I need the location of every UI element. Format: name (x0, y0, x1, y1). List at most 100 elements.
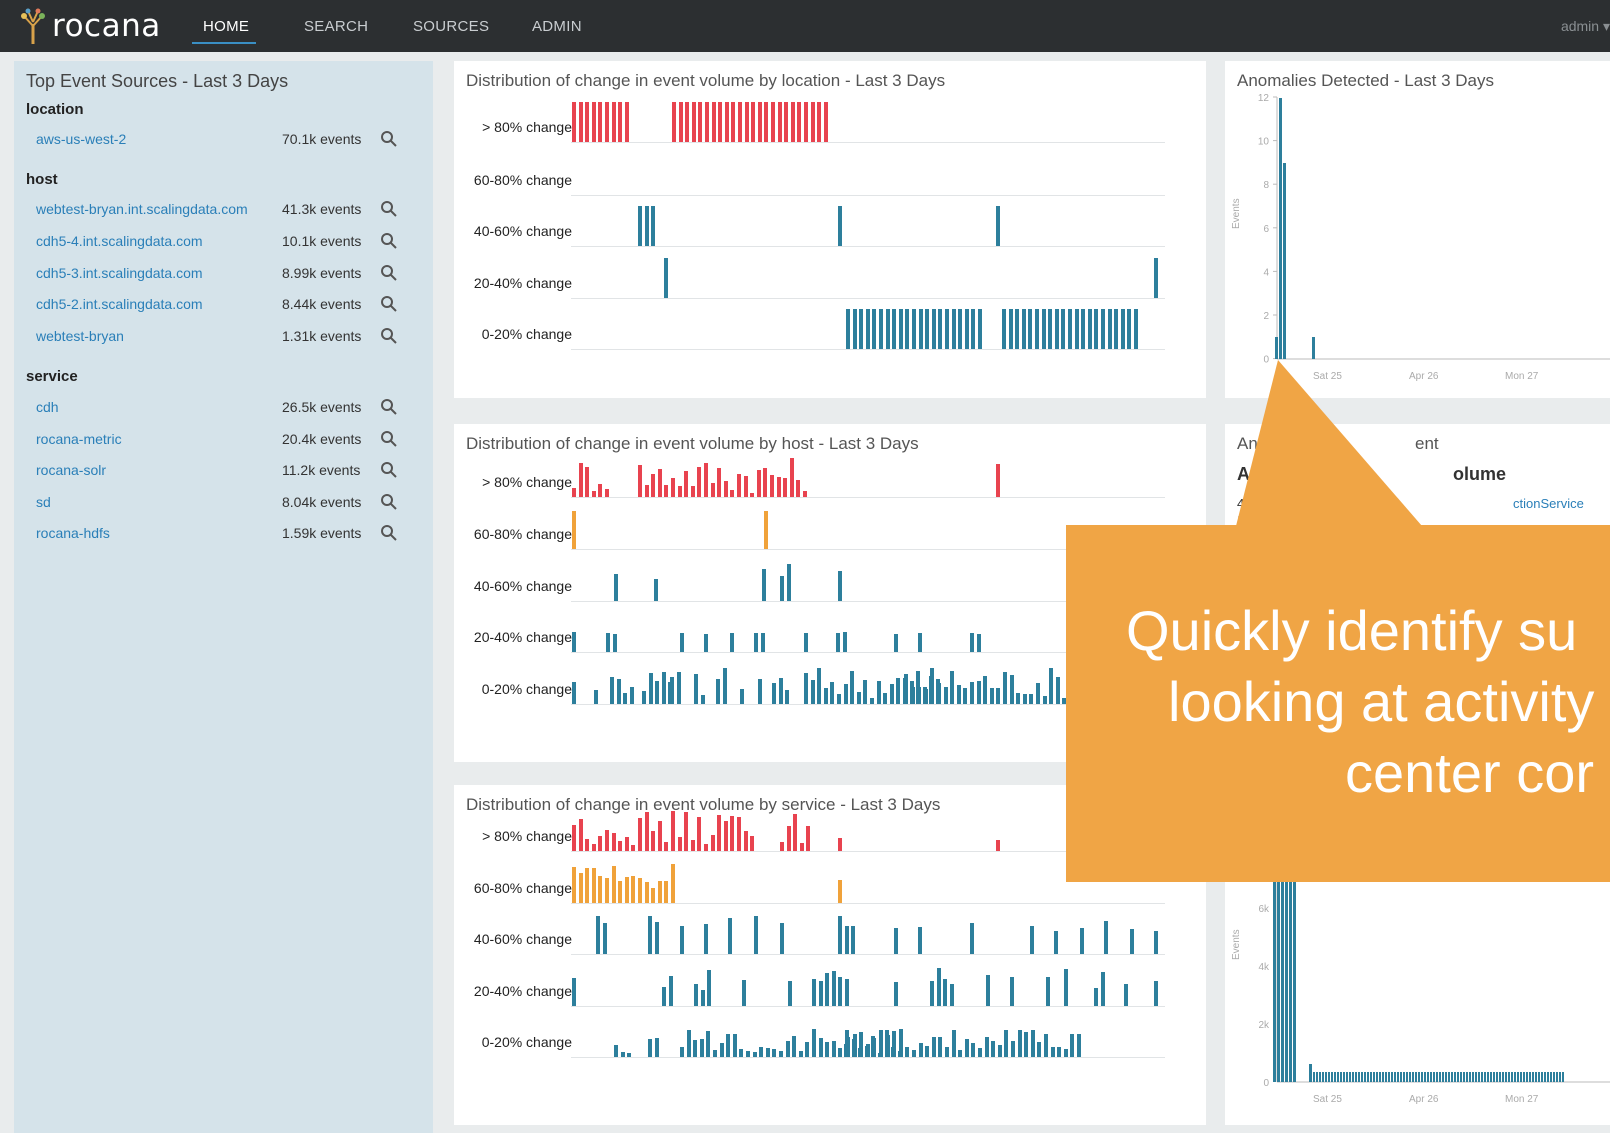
search-icon[interactable] (380, 264, 398, 282)
event-bar (1273, 864, 1276, 1082)
bar-mark (704, 463, 708, 497)
y-tick-label: 8 (1263, 180, 1269, 191)
nav-home[interactable]: HOME (203, 18, 249, 35)
bar-mark (1055, 677, 1060, 704)
nav-search[interactable]: SEARCH (304, 18, 368, 35)
bar-mark (685, 102, 690, 142)
bar-mark (876, 681, 881, 704)
bar-mark (963, 688, 968, 704)
bar-mark (896, 678, 901, 704)
search-icon[interactable] (380, 493, 398, 511)
bar-mark (572, 978, 576, 1006)
event-bar (1367, 1072, 1369, 1082)
source-link[interactable]: cdh5-4.int.scalingdata.com (36, 233, 203, 249)
bar-mark (1080, 928, 1084, 954)
bar-mark (654, 579, 658, 601)
source-link[interactable]: webtest-bryan (36, 328, 124, 344)
callout-line-2: looking at activity (1168, 670, 1595, 733)
bar-mark (905, 309, 910, 349)
bar-mark (898, 309, 903, 349)
bar-mark (1011, 1041, 1015, 1057)
event-bar (1406, 1072, 1408, 1082)
y-axis-label: Events (1231, 929, 1242, 960)
event-count: 8.04k events (282, 494, 362, 510)
bar-mark (690, 840, 695, 851)
search-icon[interactable] (380, 200, 398, 218)
event-bar (1502, 1072, 1504, 1082)
nav-admin[interactable]: ADMIN (532, 18, 582, 35)
x-tick-label: Sat 25 (1313, 1094, 1342, 1105)
event-bar (1319, 1072, 1321, 1082)
bar-mark (865, 1044, 870, 1057)
nav-sources[interactable]: SOURCES (413, 18, 489, 35)
source-link[interactable]: cdh (36, 399, 59, 415)
bar-mark (805, 1042, 810, 1057)
search-icon[interactable] (380, 327, 398, 345)
group-heading-service: service (26, 368, 78, 385)
event-bar (1460, 1072, 1462, 1082)
source-link[interactable]: cdh5-3.int.scalingdata.com (36, 265, 203, 281)
app-logo[interactable]: rocana (18, 6, 161, 46)
bar-mark (779, 1051, 783, 1057)
source-link[interactable]: rocana-hdfs (36, 525, 110, 541)
search-icon[interactable] (380, 398, 398, 416)
bar-mark (700, 990, 705, 1006)
bar-mark (765, 1048, 770, 1057)
bar-mark (1074, 309, 1079, 349)
y-tick-label: 4k (1258, 962, 1270, 973)
bar-mark (754, 916, 758, 954)
event-bar (1433, 1072, 1435, 1082)
row-label: 20-40% change (473, 629, 572, 645)
bar-mark (1077, 1034, 1081, 1057)
search-icon[interactable] (380, 295, 398, 313)
row-baseline (571, 1006, 1165, 1007)
bar-mark (1087, 309, 1092, 349)
bar-mark (1030, 926, 1034, 954)
search-icon[interactable] (380, 430, 398, 448)
row-label: > 80% change (482, 119, 572, 135)
event-bar (1535, 1072, 1537, 1082)
user-menu[interactable]: admin ▾ (1561, 18, 1610, 35)
group-heading-host: host (26, 171, 58, 188)
search-icon[interactable] (380, 232, 398, 250)
bar-mark (651, 831, 656, 851)
bar-mark (776, 477, 781, 497)
bar-mark (728, 918, 732, 954)
search-icon[interactable] (380, 130, 398, 148)
bar-mark (923, 689, 928, 704)
y-tick-label: 2k (1258, 1020, 1270, 1031)
event-bar (1547, 1072, 1549, 1082)
source-link[interactable]: rocana-solr (36, 462, 106, 478)
source-link[interactable]: sd (36, 494, 51, 510)
logo-wordmark: rocana (52, 8, 161, 44)
event-bar (1520, 1072, 1522, 1082)
bar-mark (744, 102, 749, 142)
bar-mark (1070, 1034, 1075, 1057)
bar-mark (605, 489, 609, 497)
bar-mark (823, 102, 828, 142)
bar-mark (894, 928, 898, 954)
bar-mark (751, 102, 756, 142)
y-tick-label: 6k (1258, 904, 1270, 915)
bar-mark (698, 102, 703, 142)
search-icon[interactable] (380, 461, 398, 479)
search-icon[interactable] (380, 524, 398, 542)
bar-mark (772, 1049, 777, 1057)
source-link[interactable]: rocana-metric (36, 431, 122, 447)
event-count: 1.31k events (282, 328, 362, 344)
event-bar (1544, 1072, 1546, 1082)
anomalies-chart: 121086420EventsSat 25 Apr 26 Mon 27 (1231, 93, 1610, 382)
bar-mark (978, 1048, 982, 1057)
bar-mark (918, 633, 922, 652)
source-link[interactable]: webtest-bryan.int.scalingdata.com (36, 201, 248, 217)
bar-mark (664, 881, 669, 903)
source-link[interactable]: aws-us-west-2 (36, 131, 126, 147)
bar-mark (925, 309, 930, 349)
bar-mark (1057, 1047, 1062, 1057)
event-bar (1526, 1072, 1528, 1082)
bar-mark (754, 633, 758, 652)
bar-mark (671, 478, 675, 497)
source-link[interactable]: cdh5-2.int.scalingdata.com (36, 296, 203, 312)
bar-mark (842, 632, 847, 652)
bar-mark (718, 102, 723, 142)
